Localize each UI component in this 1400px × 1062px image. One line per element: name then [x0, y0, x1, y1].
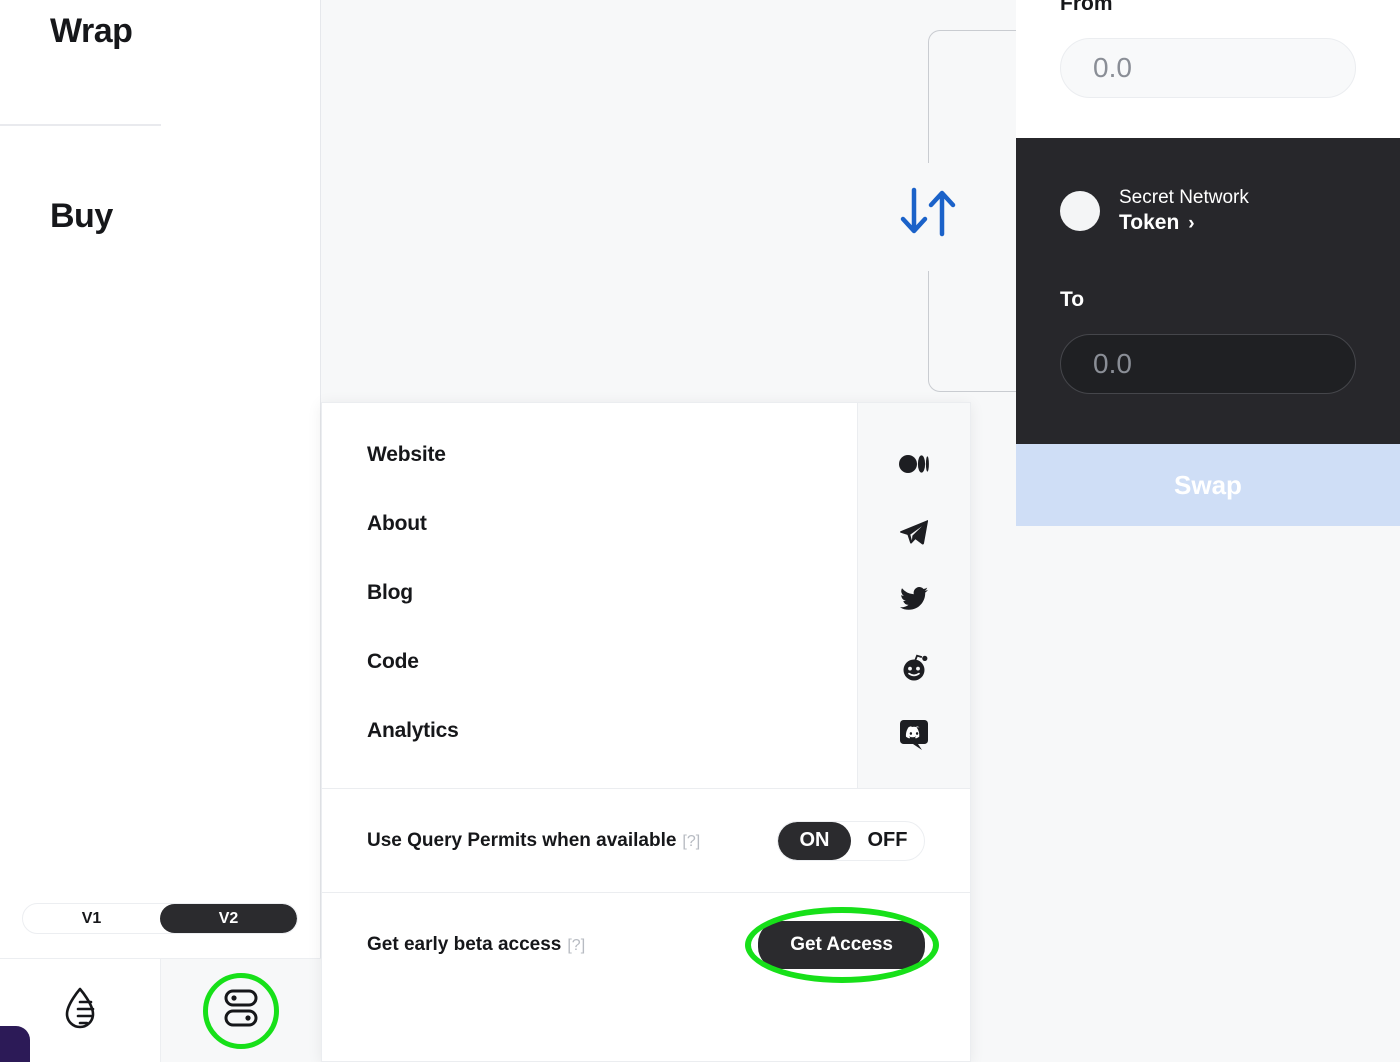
to-label: To	[1060, 288, 1085, 311]
beta-access-action: Get Access	[744, 907, 939, 983]
setting-row-beta-access: Get early beta access [?] Get Access	[322, 893, 970, 997]
token-network-label: Secret Network	[1119, 187, 1249, 208]
swap-submit-button[interactable]: Swap	[1016, 444, 1400, 526]
query-permits-on-option[interactable]: ON	[778, 821, 851, 860]
left-sidebar: Wrap Buy V1 V2	[0, 0, 321, 1062]
token-avatar	[1060, 191, 1100, 231]
twitter-icon[interactable]	[899, 585, 929, 615]
setting-row-query-permits: Use Query Permits when available [?] ON O…	[322, 789, 970, 893]
telegram-icon[interactable]	[899, 517, 929, 547]
settings-dropdown-panel: Website About Blog Code Analytics Use Qu…	[321, 402, 971, 1062]
app-root: Wrap Buy V1 V2 Website About Blog Code A…	[0, 0, 1400, 1062]
version-option-v1[interactable]: V1	[23, 904, 160, 933]
query-permits-help-icon[interactable]: [?]	[682, 833, 700, 850]
medium-icon[interactable]	[899, 449, 929, 479]
from-amount-input[interactable]: 0.0	[1060, 38, 1356, 98]
query-permits-toggle[interactable]: ON OFF	[777, 820, 925, 861]
token-selector[interactable]: Secret Network Token ›	[1060, 138, 1356, 236]
version-option-v2[interactable]: V2	[160, 904, 297, 933]
menu-item-about[interactable]: About	[367, 512, 857, 536]
swap-vertical-arrows-icon[interactable]	[898, 186, 964, 238]
chevron-right-icon[interactable]: ›	[1188, 213, 1194, 234]
swap-to-section: Secret Network Token › To 0.0	[1016, 138, 1400, 444]
droplet-icon	[63, 986, 97, 1035]
reddit-icon[interactable]	[899, 652, 929, 682]
to-amount-input[interactable]: 0.0	[1060, 334, 1356, 394]
version-toggle[interactable]: V1 V2	[22, 903, 298, 934]
decorative-corner-badge	[0, 1026, 30, 1062]
sidebar-bottom-bar	[0, 958, 321, 1062]
query-permits-label: Use Query Permits when available [?]	[367, 829, 701, 851]
token-text: Secret Network Token ›	[1119, 186, 1249, 236]
from-label: From	[1060, 0, 1113, 15]
query-permits-off-option[interactable]: OFF	[851, 822, 924, 860]
beta-access-help-icon[interactable]: [?]	[567, 937, 585, 954]
beta-access-label: Get early beta access [?]	[367, 934, 586, 955]
social-links-column	[857, 403, 970, 788]
swap-panel: From 0.0 Secret Network Token › To 0.0 Sw…	[1016, 0, 1400, 526]
menu-item-blog[interactable]: Blog	[367, 581, 857, 605]
sidebar-divider	[0, 124, 161, 126]
get-access-button[interactable]: Get Access	[758, 921, 925, 969]
swap-from-section: From 0.0	[1016, 0, 1400, 138]
token-name-label: Token ›	[1119, 210, 1195, 234]
sidebar-item-buy[interactable]: Buy	[50, 197, 113, 236]
settings-menu-button[interactable]	[160, 959, 321, 1062]
settings-highlight-ring	[203, 972, 279, 1049]
sidebar-item-wrap[interactable]: Wrap	[50, 12, 133, 51]
menu-item-website[interactable]: Website	[367, 443, 857, 467]
discord-icon[interactable]	[899, 720, 929, 750]
menu-top-section: Website About Blog Code Analytics	[322, 403, 970, 789]
menu-item-analytics[interactable]: Analytics	[367, 719, 857, 743]
menu-links-list: Website About Blog Code Analytics	[322, 403, 857, 788]
menu-item-code[interactable]: Code	[367, 650, 857, 674]
